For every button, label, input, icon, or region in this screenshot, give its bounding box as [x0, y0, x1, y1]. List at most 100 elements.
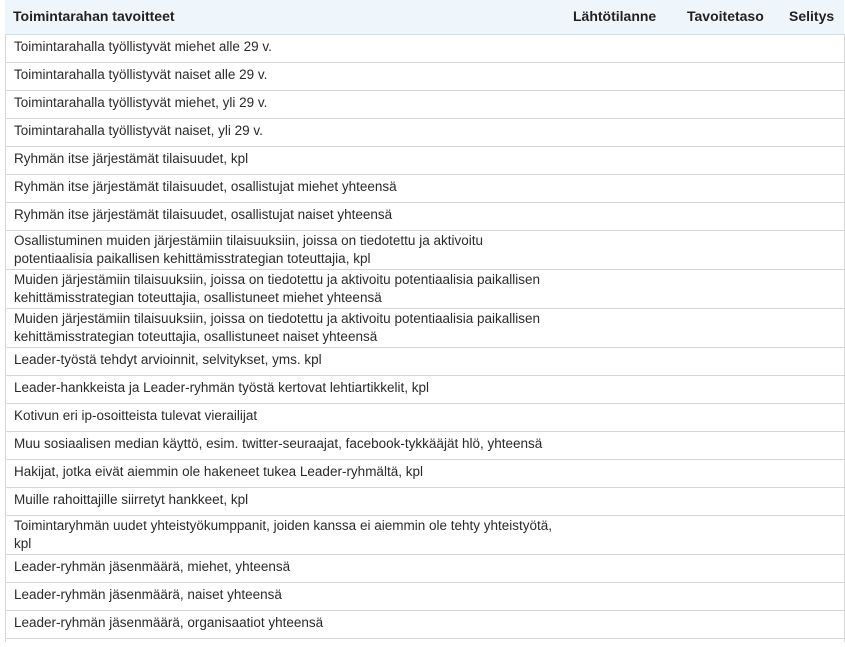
target-cell	[677, 554, 781, 583]
goal-label-cell: Muiden järjestämiin tilaisuuksiin, joiss…	[5, 308, 571, 348]
baseline-cell	[571, 230, 677, 270]
table-row[interactable]: Ryhmän itse järjestämät tilaisuudet, osa…	[5, 202, 844, 231]
table-row[interactable]: Toimintarahalla työllistyvät naiset, yli…	[5, 118, 844, 147]
explanation-cell	[781, 610, 844, 639]
baseline-cell	[571, 146, 677, 175]
table-row[interactable]: Muille rahoittajille siirretyt hankkeet,…	[5, 487, 844, 516]
target-cell	[677, 431, 781, 460]
explanation-cell	[781, 118, 844, 147]
baseline-cell	[571, 487, 677, 516]
table-row[interactable]: Osallistuminen muiden järjestämiin tilai…	[5, 230, 844, 270]
explanation-cell	[781, 403, 844, 432]
explanation-cell	[781, 515, 844, 555]
table-row[interactable]: Hakijat, jotka eivät aiemmin ole hakenee…	[5, 459, 844, 488]
explanation-cell	[781, 459, 844, 488]
goal-label-cell: Leader-ryhmän jäsenmäärä, miehet, yhteen…	[5, 554, 571, 583]
goal-label-cell: Muu sosiaalisen median käyttö, esim. twi…	[5, 431, 571, 460]
header-goal[interactable]: Toimintarahan tavoitteet	[5, 0, 571, 35]
goal-label-cell: Muiden järjestämiin tilaisuuksiin, joiss…	[5, 269, 571, 309]
goal-label-cell: Hakijat, jotka eivät aiemmin ole hakenee…	[5, 459, 571, 488]
goal-label-cell: Osallistuminen muiden järjestämiin tilai…	[5, 230, 571, 270]
baseline-cell	[571, 347, 677, 376]
explanation-cell	[781, 431, 844, 460]
target-cell	[677, 34, 781, 63]
goal-label-cell: Toimintarahalla työllistyvät naiset, yli…	[5, 118, 571, 147]
explanation-cell	[781, 146, 844, 175]
target-cell	[677, 308, 781, 348]
baseline-cell	[571, 308, 677, 348]
explanation-cell	[781, 34, 844, 63]
explanation-cell	[781, 347, 844, 376]
table-row[interactable]: Toimintarahalla työllistyvät miehet, yli…	[5, 90, 844, 119]
goal-label-cell: Ryhmän itse järjestämät tilaisuudet, osa…	[5, 202, 571, 231]
baseline-cell	[571, 610, 677, 639]
target-cell	[677, 230, 781, 270]
table-row[interactable]: Leader-ryhmän jäsenmäärä, naiset yhteens…	[5, 582, 844, 611]
baseline-cell	[571, 515, 677, 555]
table-row[interactable]: Leader-hankkeista ja Leader-ryhmän työst…	[5, 375, 844, 404]
baseline-cell	[571, 403, 677, 432]
table-header: Toimintarahan tavoitteet Lähtötilanne Ta…	[5, 0, 844, 35]
explanation-cell	[781, 582, 844, 611]
header-explanation[interactable]: Selitys	[781, 0, 844, 35]
target-cell	[677, 347, 781, 376]
table-row[interactable]: Toimintarahalla työllistyvät miehet alle…	[5, 34, 844, 63]
table-row[interactable]: Toimintaryhmän uudet yhteistyökumppanit,…	[5, 515, 844, 555]
target-cell	[677, 202, 781, 231]
goal-label-cell: Kotivun eri ip-osoitteista tulevat viera…	[5, 403, 571, 432]
table-row[interactable]: Kotivun eri ip-osoitteista tulevat viera…	[5, 403, 844, 432]
baseline-cell	[571, 174, 677, 203]
table-row[interactable]: Muiden järjestämiin tilaisuuksiin, joiss…	[5, 269, 844, 309]
goal-label-cell: Leader-ryhmän jäsenmäärä, naiset yhteens…	[5, 582, 571, 611]
explanation-cell	[781, 375, 844, 404]
goals-table: Toimintarahan tavoitteet Lähtötilanne Ta…	[5, 0, 844, 639]
baseline-cell	[571, 202, 677, 231]
baseline-cell	[571, 459, 677, 488]
target-cell	[677, 459, 781, 488]
target-cell	[677, 375, 781, 404]
target-cell	[677, 90, 781, 119]
table-row[interactable]: Leader-työstä tehdyt arvioinnit, selvity…	[5, 347, 844, 376]
goal-label-cell: Toimintaryhmän uudet yhteistyökumppanit,…	[5, 515, 571, 555]
target-cell	[677, 515, 781, 555]
table-row[interactable]: Ryhmän itse järjestämät tilaisuudet, osa…	[5, 174, 844, 203]
goal-label-cell: Leader-hankkeista ja Leader-ryhmän työst…	[5, 375, 571, 404]
target-cell	[677, 146, 781, 175]
explanation-cell	[781, 174, 844, 203]
target-cell	[677, 582, 781, 611]
explanation-cell	[781, 230, 844, 270]
goals-table-container: Toimintarahan tavoitteet Lähtötilanne Ta…	[5, 0, 844, 639]
target-cell	[677, 62, 781, 91]
table-row[interactable]: Ryhmän itse järjestämät tilaisuudet, kpl	[5, 146, 844, 175]
explanation-cell	[781, 90, 844, 119]
header-row: Toimintarahan tavoitteet Lähtötilanne Ta…	[5, 0, 844, 35]
explanation-cell	[781, 269, 844, 309]
baseline-cell	[571, 90, 677, 119]
baseline-cell	[571, 554, 677, 583]
baseline-cell	[571, 269, 677, 309]
target-cell	[677, 610, 781, 639]
explanation-cell	[781, 308, 844, 348]
header-baseline[interactable]: Lähtötilanne	[571, 0, 677, 35]
target-cell	[677, 118, 781, 147]
goal-label-cell: Leader-työstä tehdyt arvioinnit, selvity…	[5, 347, 571, 376]
table-row[interactable]: Muu sosiaalisen median käyttö, esim. twi…	[5, 431, 844, 460]
table-row[interactable]: Leader-ryhmän jäsenmäärä, miehet, yhteen…	[5, 554, 844, 583]
goal-label-cell: Toimintarahalla työllistyvät miehet, yli…	[5, 90, 571, 119]
target-cell	[677, 487, 781, 516]
table-row[interactable]: Muiden järjestämiin tilaisuuksiin, joiss…	[5, 308, 844, 348]
header-target[interactable]: Tavoitetaso	[677, 0, 781, 35]
goal-label-cell: Ryhmän itse järjestämät tilaisuudet, osa…	[5, 174, 571, 203]
explanation-cell	[781, 554, 844, 583]
table-row[interactable]: Leader-ryhmän jäsenmäärä, organisaatiot …	[5, 610, 844, 639]
goal-label-cell: Toimintarahalla työllistyvät naiset alle…	[5, 62, 571, 91]
explanation-cell	[781, 202, 844, 231]
baseline-cell	[571, 34, 677, 63]
baseline-cell	[571, 582, 677, 611]
baseline-cell	[571, 375, 677, 404]
table-row[interactable]: Toimintarahalla työllistyvät naiset alle…	[5, 62, 844, 91]
explanation-cell	[781, 62, 844, 91]
target-cell	[677, 174, 781, 203]
baseline-cell	[571, 118, 677, 147]
explanation-cell	[781, 487, 844, 516]
